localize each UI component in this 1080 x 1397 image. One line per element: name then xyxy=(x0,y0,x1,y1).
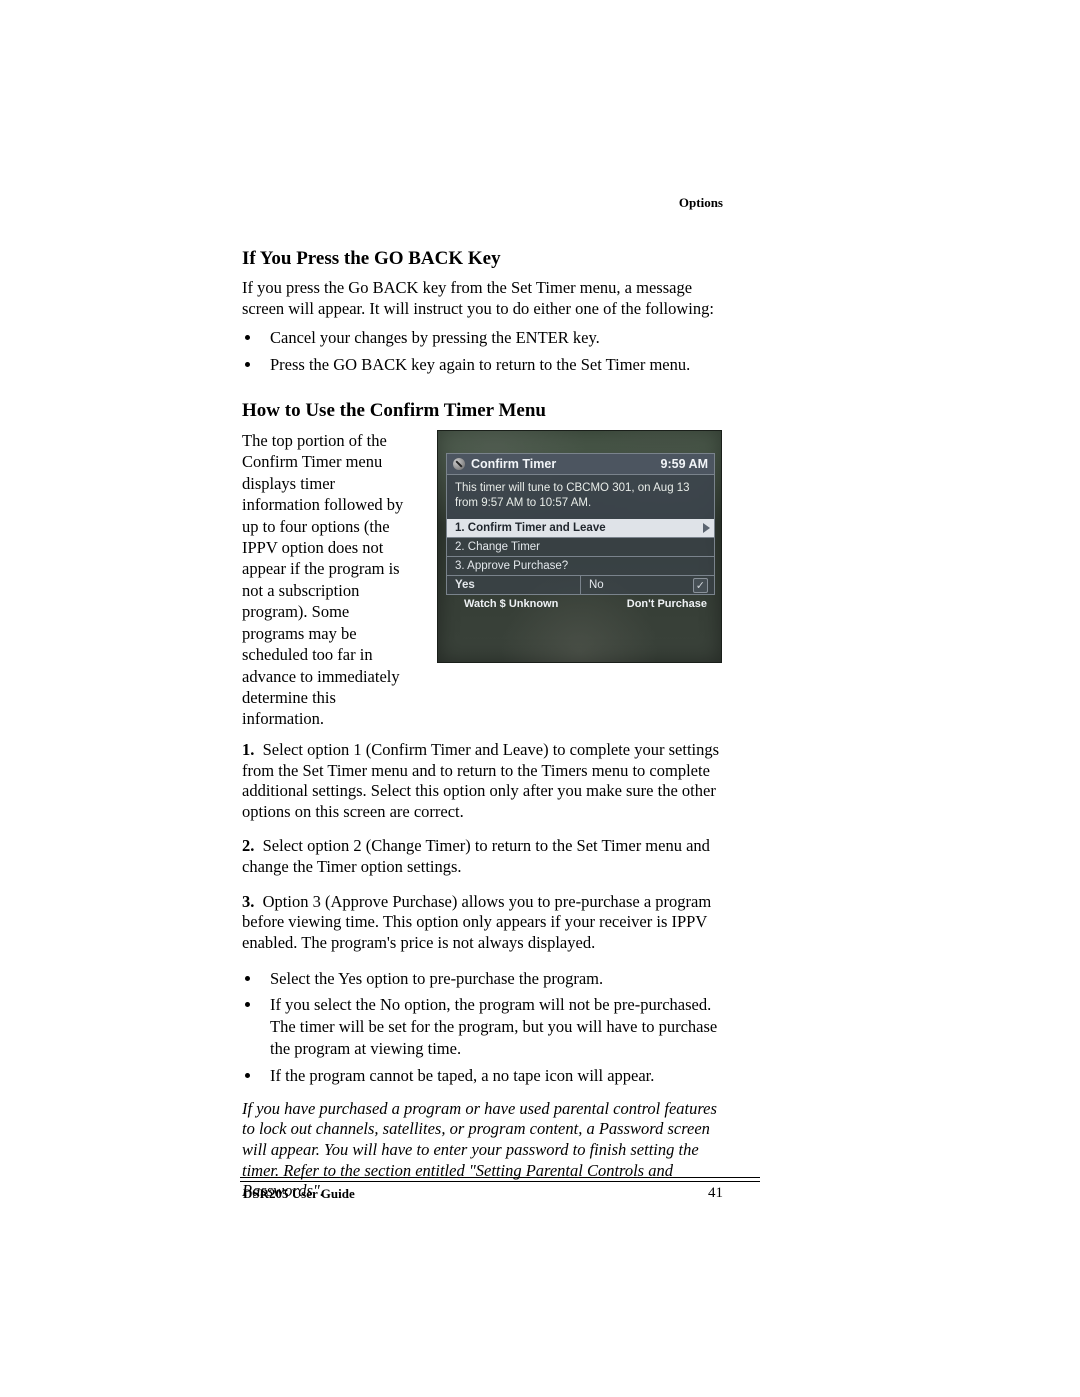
document-page: Options If You Press the GO BACK Key If … xyxy=(0,0,1080,1397)
page-number: 41 xyxy=(708,1185,723,1202)
section2-left-paragraph: The top portion of the Confirm Timer men… xyxy=(242,430,407,730)
section2-heading: How to Use the Confirm Timer Menu xyxy=(242,400,722,422)
yes-option[interactable]: Yes xyxy=(447,576,581,594)
step-3: 3. Option 3 (Approve Purchase) allows yo… xyxy=(242,892,722,954)
section1-bullet-list: Cancel your changes by pressing the ENTE… xyxy=(242,327,722,376)
section2-sub-bullets: Select the Yes option to pre-purchase th… xyxy=(242,968,722,1087)
list-item: Cancel your changes by pressing the ENTE… xyxy=(262,327,722,349)
no-sublabel: Don't Purchase xyxy=(627,598,707,610)
confirm-timer-screenshot: Confirm Timer 9:59 AM This timer will tu… xyxy=(437,430,722,663)
dialog-description: This timer will tune to CBCMO 301, on Au… xyxy=(446,475,715,519)
menu-item-change-timer[interactable]: 2. Change Timer xyxy=(446,538,715,557)
no-option[interactable]: No xyxy=(581,576,714,594)
main-content: If You Press the GO BACK Key If you pres… xyxy=(242,248,722,1218)
dialog-title-bar: Confirm Timer 9:59 AM xyxy=(446,453,715,475)
menu-item-approve-purchase[interactable]: 3. Approve Purchase? xyxy=(446,557,715,576)
list-item: Select the Yes option to pre-purchase th… xyxy=(262,968,722,990)
footer-guide-title: DSR205 User Guide xyxy=(243,1186,355,1202)
list-item: If the program cannot be taped, a no tap… xyxy=(262,1065,722,1087)
section2-top-row: The top portion of the Confirm Timer men… xyxy=(242,430,722,730)
section2: How to Use the Confirm Timer Menu The to… xyxy=(242,400,722,1202)
step-2: 2. Select option 2 (Change Timer) to ret… xyxy=(242,836,722,877)
list-item: Press the GO BACK key again to return to… xyxy=(262,354,722,376)
section1-intro: If you press the Go BACK key from the Se… xyxy=(242,278,722,319)
step-1: 1. Select option 1 (Confirm Timer and Le… xyxy=(242,740,722,823)
dialog-clock: 9:59 AM xyxy=(661,457,708,471)
step-2-text: Select option 2 (Change Timer) to return… xyxy=(242,836,710,876)
section1-heading: If You Press the GO BACK Key xyxy=(242,248,722,270)
dialog-title-text: Confirm Timer xyxy=(471,457,556,471)
menu-item-confirm-and-leave[interactable]: 1. Confirm Timer and Leave xyxy=(446,519,715,538)
step-1-text: Select option 1 (Confirm Timer and Leave… xyxy=(242,740,719,821)
step-3-text: Option 3 (Approve Purchase) allows you t… xyxy=(242,892,711,952)
yes-no-row: Yes No xyxy=(446,576,715,595)
dialog-title-left: Confirm Timer xyxy=(453,457,556,471)
yes-sublabel: Watch $ Unknown xyxy=(464,598,558,610)
header-section-label: Options xyxy=(679,195,723,211)
dialog-panel: Confirm Timer 9:59 AM This timer will tu… xyxy=(446,453,715,616)
list-item: If you select the No option, the program… xyxy=(262,994,722,1061)
yes-no-sublabels: Watch $ Unknown Don't Purchase xyxy=(446,595,715,616)
prohibit-icon xyxy=(453,458,465,470)
footer-divider xyxy=(240,1177,760,1182)
